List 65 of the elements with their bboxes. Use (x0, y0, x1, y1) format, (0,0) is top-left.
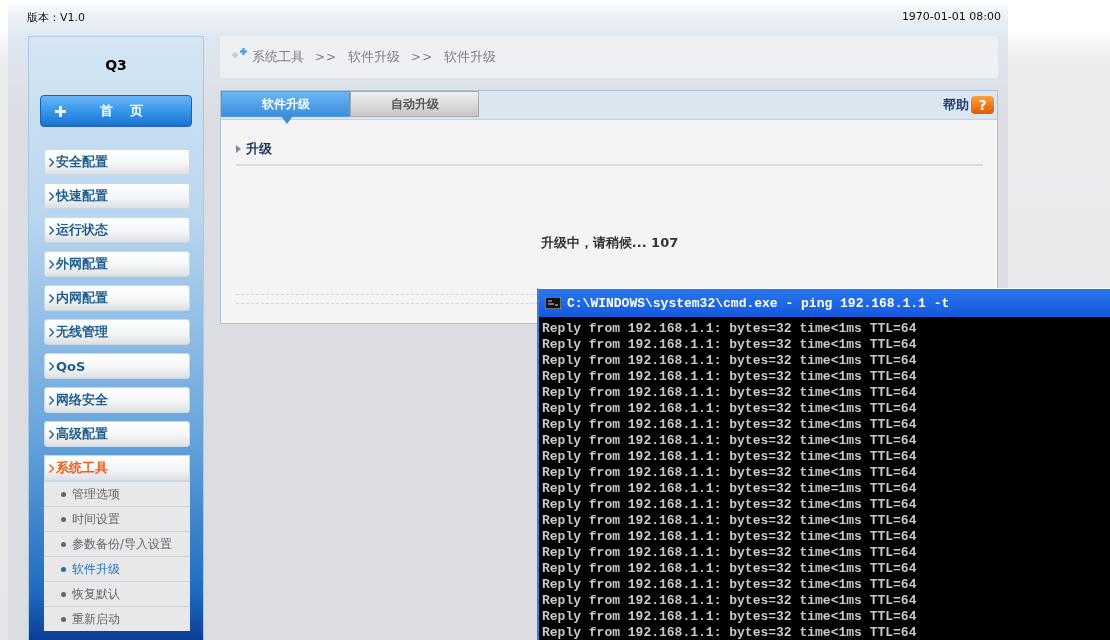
terminal-line: Reply from 192.168.1.1: bytes=32 time<1ms TTL=64 (542, 369, 917, 385)
terminal-line: Reply from 192.168.1.1: bytes=32 time<1ms TTL=64 (542, 561, 917, 577)
device-title: Q3 (104, 57, 128, 75)
chevron-icon (49, 191, 54, 201)
terminal-line: Reply from 192.168.1.1: bytes=32 time<1ms TTL=64 (542, 337, 917, 353)
terminal-line: Reply from 192.168.1.1: bytes=32 time<1ms TTL=64 (542, 497, 917, 513)
tab[interactable]: 自动升级 (350, 91, 479, 117)
menu-item[interactable]: 高级配置 (44, 421, 190, 447)
terminal-line: Reply from 192.168.1.1: bytes=32 time<1ms TTL=64 (542, 353, 917, 369)
terminal-line: Reply from 192.168.1.1: bytes=32 time<1ms TTL=64 (542, 529, 917, 545)
chevron-icon (49, 463, 54, 473)
bullet-icon (61, 491, 66, 497)
menu-item[interactable]: 安全配置 (44, 149, 190, 175)
menu-item[interactable]: 网络安全 (44, 387, 190, 413)
help-icon[interactable]: ? (971, 96, 994, 114)
bullet-icon (61, 591, 66, 597)
menu-item[interactable]: 系统工具 (44, 455, 190, 481)
chevron-icon (49, 225, 54, 235)
terminal-line: Reply from 192.168.1.1: bytes=32 time<1ms TTL=64 (542, 433, 917, 449)
chevron-icon (49, 259, 54, 269)
menu-item[interactable]: 无线管理 (44, 319, 190, 345)
triangle-icon (236, 145, 241, 153)
terminal-line: Reply from 192.168.1.1: bytes=32 time<1ms TTL=64 (542, 465, 917, 481)
breadcrumb-separator: >> (411, 50, 434, 64)
breadcrumb-item[interactable]: 软件升级 (444, 48, 497, 66)
terminal-line: Reply from 192.168.1.1: bytes=32 time=1ms TTL=64 (542, 481, 917, 497)
tab-pointer-icon (281, 116, 293, 124)
bullet-icon (61, 566, 66, 572)
plus-icon (55, 105, 66, 117)
home-button[interactable]: 首 页 (40, 95, 192, 127)
terminal-title: C:\WINDOWS\system32\cmd.exe - ping 192.168.1.1 -t (567, 295, 950, 311)
terminal-line: Reply from 192.168.1.1: bytes=32 time<1ms TTL=64 (542, 385, 917, 401)
breadcrumb-separator: >> (315, 50, 338, 64)
terminal-line: Reply from 192.168.1.1: bytes=32 time<1ms TTL=64 (542, 321, 917, 337)
menu-item[interactable]: 内网配置 (44, 285, 190, 311)
breadcrumb-item[interactable]: 系统工具 (252, 48, 304, 66)
terminal-line: Reply from 192.168.1.1: bytes=32 time<1ms TTL=64 (542, 545, 917, 561)
version-label: 版本：V1.0 (27, 10, 86, 26)
menu-item[interactable]: QoS (44, 353, 190, 379)
terminal-line: Reply from 192.168.1.1: bytes=32 time<1ms TTL=64 (542, 593, 917, 609)
status-message: 升级中，请稍候... 107 (539, 234, 680, 252)
terminal-icon (545, 297, 561, 309)
terminal-line: Reply from 192.168.1.1: bytes=32 time<1ms TTL=64 (542, 401, 917, 417)
menu-item[interactable]: 快速配置 (44, 183, 190, 209)
bullet-icon (61, 541, 66, 547)
terminal-line: Reply from 192.168.1.1: bytes=32 time<1ms TTL=64 (542, 417, 917, 433)
breadcrumb-item[interactable]: 软件升级 (348, 48, 401, 66)
chevron-icon (49, 293, 54, 303)
bullet-icon (61, 516, 66, 522)
terminal-line: Reply from 192.168.1.1: bytes=32 time<1ms TTL=64 (542, 609, 917, 625)
terminal-line: Reply from 192.168.1.1: bytes=32 time<1ms TTL=64 (542, 577, 917, 593)
chevron-icon (49, 395, 54, 405)
bullet-icon (61, 616, 66, 622)
terminal-line: Reply from 192.168.1.1: bytes=32 time<1ms TTL=64 (542, 449, 917, 465)
help-link[interactable]: 帮助 (943, 96, 969, 114)
chevron-icon (49, 429, 54, 439)
datetime-label: 1970-01-01 08:00 (901, 10, 1001, 25)
terminal-line: Reply from 192.168.1.1: bytes=32 time<1ms TTL=64 (542, 513, 917, 529)
terminal-line: Reply from 192.168.1.1: bytes=32 time<1ms TTL=64 (542, 625, 917, 640)
menu-item[interactable]: 运行状态 (44, 217, 190, 243)
chevron-icon (49, 157, 54, 167)
section-title: 升级 (246, 140, 272, 158)
menu-item[interactable]: 外网配置 (44, 251, 190, 277)
chevron-icon (49, 361, 54, 371)
chevron-icon (49, 327, 54, 337)
